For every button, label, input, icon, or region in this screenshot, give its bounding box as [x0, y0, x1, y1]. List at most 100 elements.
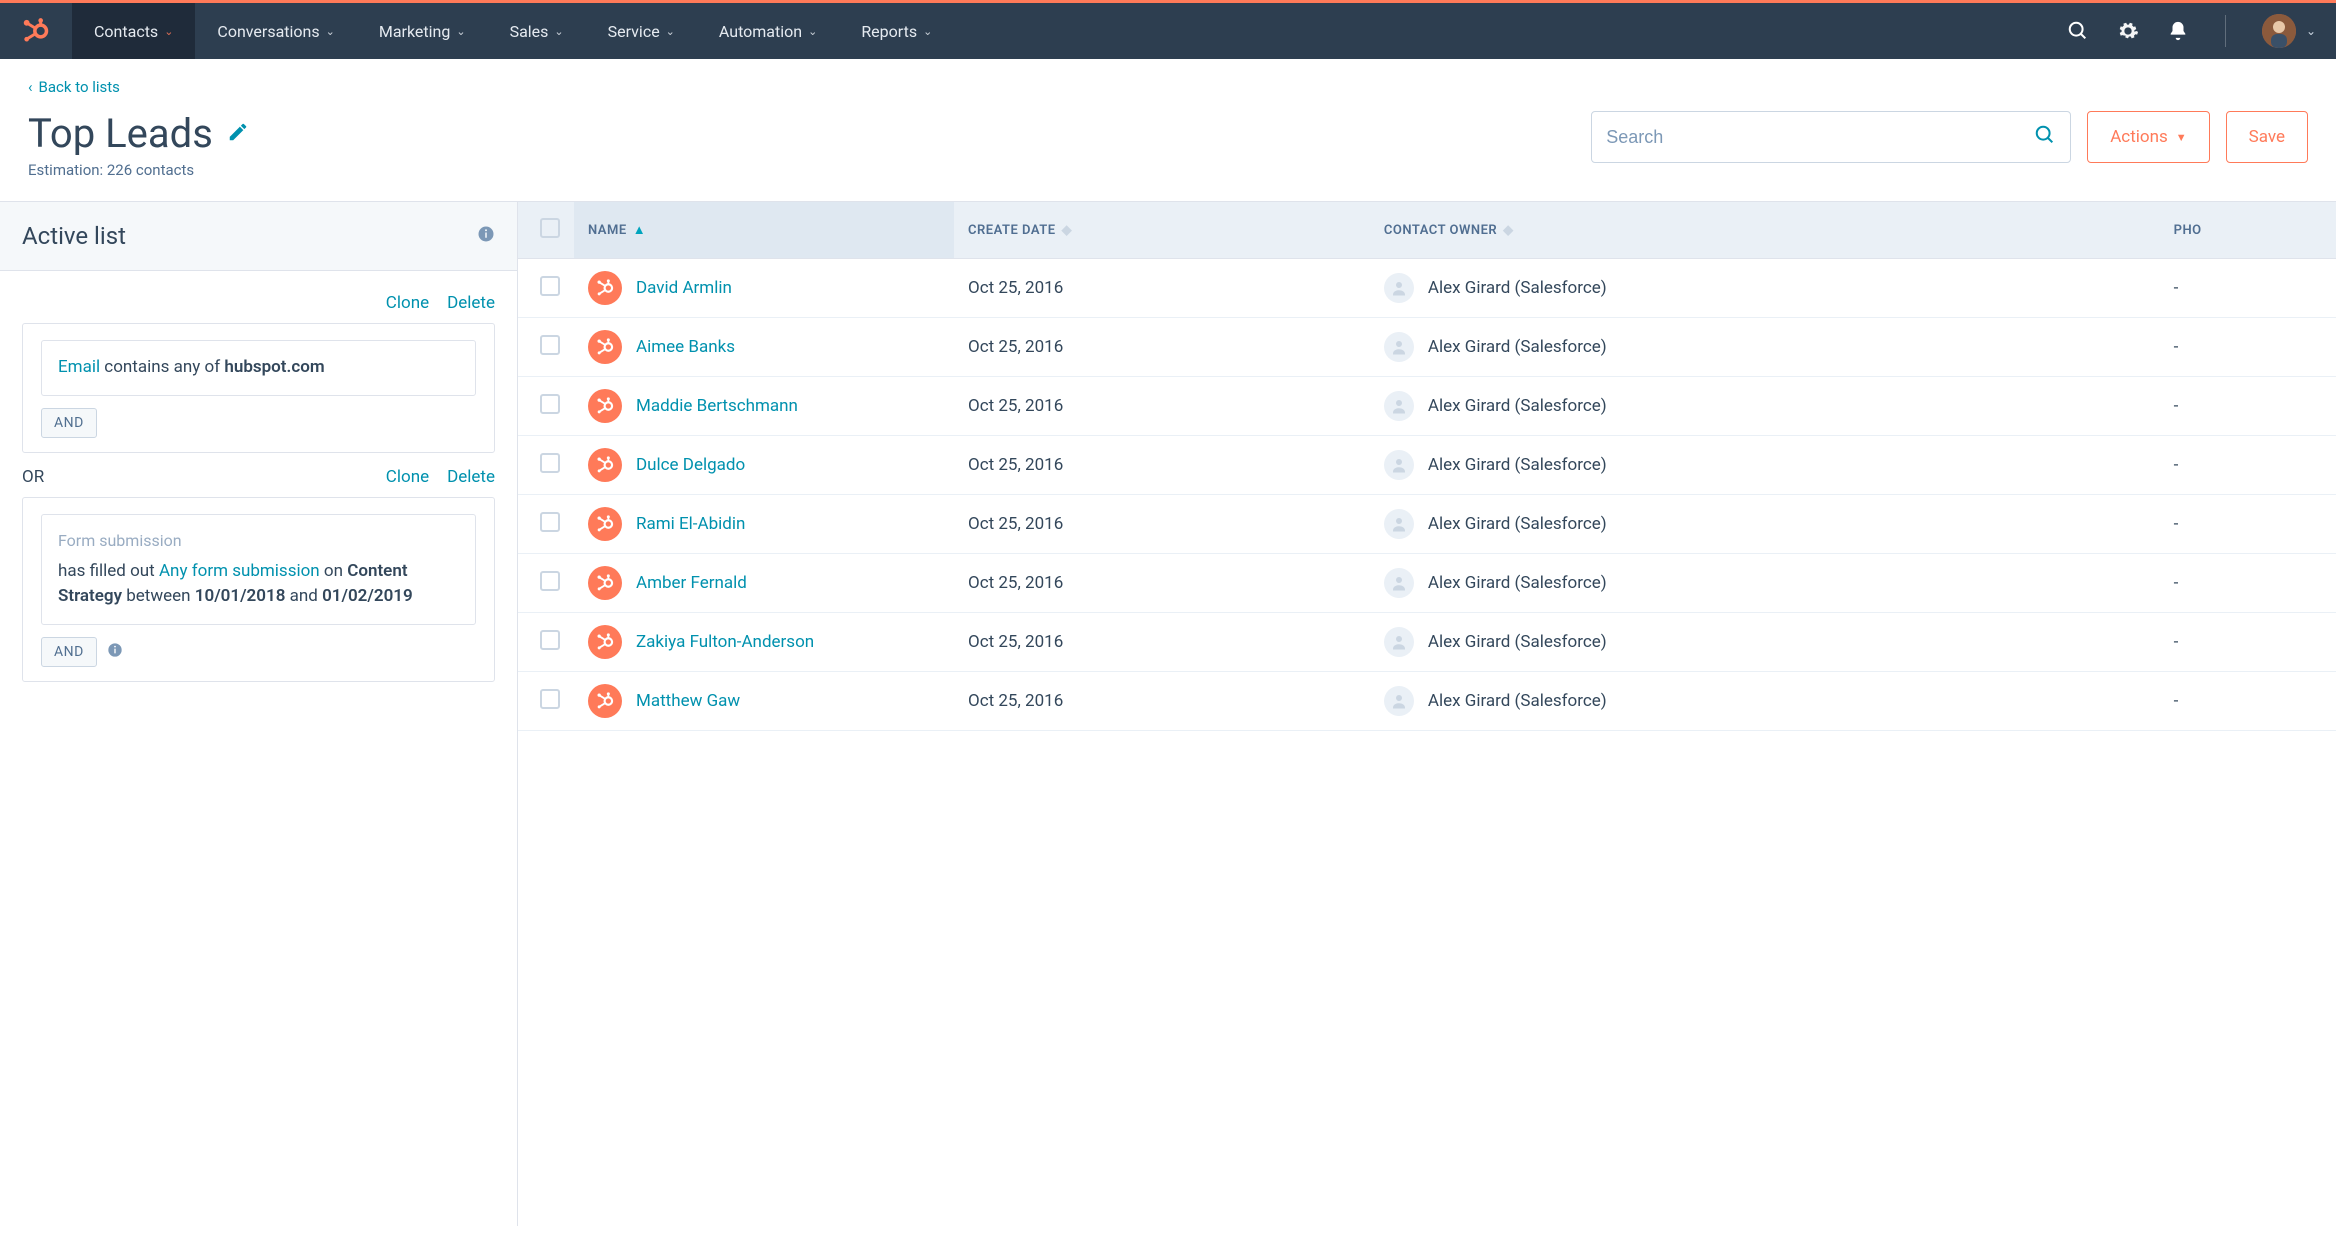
- contact-name-link[interactable]: Aimee Banks: [636, 337, 735, 357]
- filter-text: between: [122, 586, 195, 606]
- owner-name: Alex Girard (Salesforce): [1428, 514, 1607, 534]
- row-checkbox[interactable]: [540, 571, 560, 591]
- column-name[interactable]: NAME▲: [574, 202, 954, 259]
- owner-name: Alex Girard (Salesforce): [1428, 573, 1607, 593]
- gear-icon[interactable]: [2117, 20, 2139, 42]
- owner-name: Alex Girard (Salesforce): [1428, 337, 1607, 357]
- column-owner[interactable]: CONTACT OWNER◆: [1370, 202, 2160, 259]
- actions-button[interactable]: Actions ▼: [2087, 111, 2209, 163]
- contact-name-link[interactable]: David Armlin: [636, 278, 732, 298]
- brand-logo[interactable]: [0, 3, 72, 59]
- nav-item-marketing[interactable]: Marketing⌄: [357, 3, 488, 59]
- owner-avatar-icon: [1384, 450, 1414, 480]
- account-menu[interactable]: ⌄: [2262, 14, 2316, 48]
- phone-cell: -: [2160, 377, 2336, 436]
- chevron-down-icon: ⌄: [326, 25, 335, 38]
- row-checkbox[interactable]: [540, 276, 560, 296]
- phone-cell: -: [2160, 672, 2336, 731]
- contact-avatar-icon: [588, 448, 622, 482]
- owner-name: Alex Girard (Salesforce): [1428, 632, 1607, 652]
- actions-label: Actions: [2110, 127, 2168, 147]
- nav-label: Marketing: [379, 22, 450, 41]
- nav-label: Conversations: [217, 22, 319, 41]
- select-all-checkbox[interactable]: [540, 218, 560, 238]
- nav-item-sales[interactable]: Sales⌄: [488, 3, 586, 59]
- table-row[interactable]: Matthew Gaw Oct 25, 2016 Alex Girard (Sale…: [518, 672, 2336, 731]
- filter-rule-1[interactable]: Email contains any of hubspot.com: [41, 340, 476, 396]
- owner-avatar-icon: [1384, 273, 1414, 303]
- pencil-icon[interactable]: [227, 121, 249, 147]
- sidebar-header: Active list: [0, 202, 517, 271]
- create-date-cell: Oct 25, 2016: [954, 377, 1370, 436]
- back-link[interactable]: ‹ Back to lists: [28, 78, 120, 96]
- owner-avatar-icon: [1384, 332, 1414, 362]
- contact-avatar-icon: [588, 330, 622, 364]
- row-checkbox[interactable]: [540, 453, 560, 473]
- nav-item-conversations[interactable]: Conversations ⌄: [195, 3, 356, 59]
- nav-item-service[interactable]: Service⌄: [586, 3, 697, 59]
- create-date-cell: Oct 25, 2016: [954, 436, 1370, 495]
- owner-name: Alex Girard (Salesforce): [1428, 278, 1607, 298]
- owner-avatar-icon: [1384, 627, 1414, 657]
- table-row[interactable]: Zakiya Fulton-AndersonOct 25, 2016Alex G…: [518, 613, 2336, 672]
- contact-name-link[interactable]: Amber Fernald: [636, 573, 747, 593]
- filter-type-label: Form submission: [58, 529, 459, 553]
- filter-rule-2[interactable]: Form submission has filled out Any form …: [41, 514, 476, 625]
- phone-cell: -: [2160, 318, 2336, 377]
- column-phone[interactable]: PHO: [2160, 202, 2336, 259]
- and-button[interactable]: AND: [41, 408, 97, 438]
- nav-label: Automation: [719, 22, 802, 41]
- nav-item-reports[interactable]: Reports⌄: [839, 3, 954, 59]
- contact-name-link[interactable]: Matthew Gaw: [636, 691, 740, 711]
- owner-avatar-icon: [1384, 686, 1414, 716]
- chevron-down-icon: ⌄: [164, 25, 173, 38]
- chevron-down-icon: ⌄: [923, 25, 932, 38]
- and-button[interactable]: AND: [41, 637, 97, 667]
- table-row[interactable]: Dulce Delgado Oct 25, 2016 Alex Girard (Sa…: [518, 436, 2336, 495]
- contact-name-link[interactable]: Rami El-Abidin: [636, 514, 745, 534]
- sort-icon: ◆: [1062, 223, 1073, 238]
- search-input[interactable]: [1606, 127, 2034, 148]
- contact-name-link[interactable]: Maddie Bertschmann: [636, 396, 798, 416]
- owner-name: Alex Girard (Salesforce): [1428, 691, 1607, 711]
- filter-sidebar: Active list Clone Delete Email contains …: [0, 202, 518, 1226]
- row-checkbox[interactable]: [540, 512, 560, 532]
- search-icon[interactable]: [2067, 20, 2089, 42]
- phone-cell: -: [2160, 495, 2336, 554]
- nav-item-contacts[interactable]: Contacts⌄: [72, 3, 195, 59]
- sidebar-title: Active list: [22, 222, 126, 250]
- search-input-wrapper[interactable]: [1591, 111, 2071, 163]
- table-row[interactable]: Maddie BertschmannOct 25, 2016Alex Girar…: [518, 377, 2336, 436]
- table-row[interactable]: David ArmlinOct 25, 2016Alex Girard (Sal…: [518, 259, 2336, 318]
- filter-text: has filled out: [58, 561, 159, 581]
- save-button[interactable]: Save: [2226, 111, 2308, 163]
- bell-icon[interactable]: [2167, 20, 2189, 42]
- select-all-header[interactable]: [518, 202, 574, 259]
- table-row[interactable]: Amber FernaldOct 25, 2016Alex Girard (Sa…: [518, 554, 2336, 613]
- nav-item-automation[interactable]: Automation⌄: [697, 3, 839, 59]
- table-row[interactable]: Aimee BanksOct 25, 2016Alex Girard (Sale…: [518, 318, 2336, 377]
- contact-name-link[interactable]: Zakiya Fulton-Anderson: [636, 632, 814, 652]
- clone-filter-link[interactable]: Clone: [386, 467, 429, 487]
- row-checkbox[interactable]: [540, 689, 560, 709]
- contacts-table: NAME▲ CREATE DATE◆ CONTACT OWNER◆ PHO Da…: [518, 202, 2336, 731]
- row-checkbox[interactable]: [540, 630, 560, 650]
- delete-filter-link[interactable]: Delete: [447, 293, 495, 313]
- info-icon[interactable]: [477, 225, 495, 247]
- owner-name: Alex Girard (Salesforce): [1428, 455, 1607, 475]
- create-date-cell: Oct 25, 2016: [954, 672, 1370, 731]
- column-create-date[interactable]: CREATE DATE◆: [954, 202, 1370, 259]
- row-checkbox[interactable]: [540, 394, 560, 414]
- chevron-down-icon: ⌄: [666, 25, 675, 38]
- info-icon[interactable]: [107, 642, 123, 662]
- contacts-table-wrapper: NAME▲ CREATE DATE◆ CONTACT OWNER◆ PHO Da…: [518, 202, 2336, 1226]
- page-title: Top Leads: [28, 110, 213, 157]
- delete-filter-link[interactable]: Delete: [447, 467, 495, 487]
- filter-form-link: Any form submission: [159, 561, 320, 581]
- owner-avatar-icon: [1384, 568, 1414, 598]
- table-row[interactable]: Rami El-AbidinOct 25, 2016Alex Girard (S…: [518, 495, 2336, 554]
- row-checkbox[interactable]: [540, 335, 560, 355]
- contact-name-link[interactable]: Dulce Delgado: [636, 455, 745, 475]
- clone-filter-link[interactable]: Clone: [386, 293, 429, 313]
- caret-down-icon: ▼: [2176, 131, 2187, 144]
